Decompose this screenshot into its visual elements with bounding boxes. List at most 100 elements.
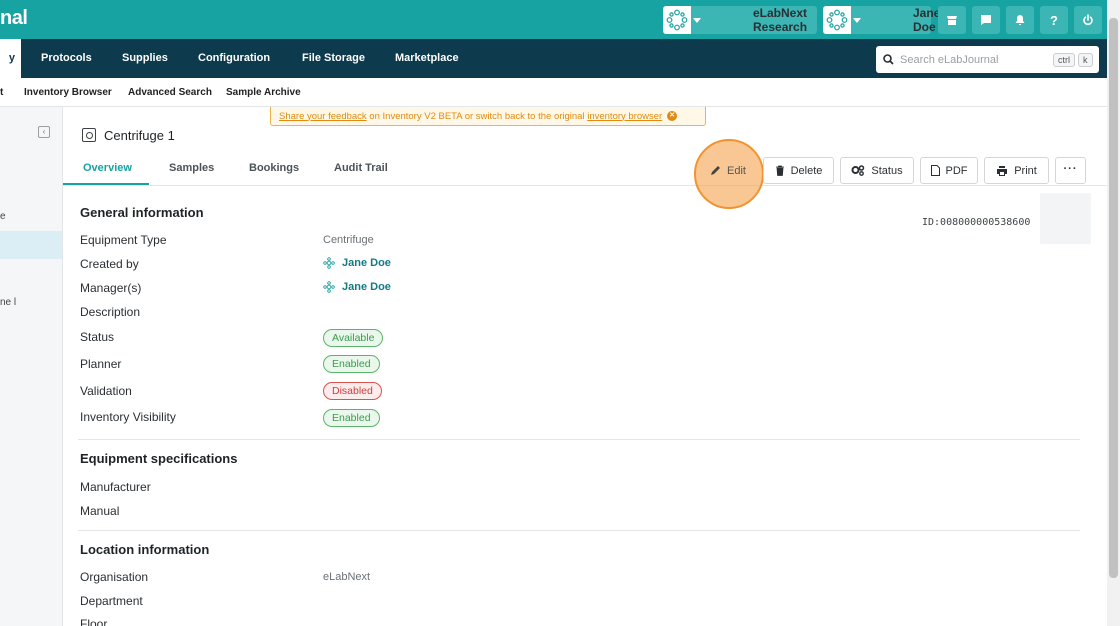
user-avatar-icon [323, 257, 335, 269]
managers-label: Manager(s) [80, 281, 142, 295]
section-divider [78, 530, 1080, 531]
nav-item-inventory[interactable]: y [0, 39, 21, 78]
equipment-type-label: Equipment Type [80, 233, 167, 247]
created-by-label: Created by [80, 257, 139, 271]
nav-item-marketplace[interactable]: Marketplace [395, 39, 459, 78]
tab-audit-trail[interactable]: Audit Trail [334, 162, 388, 174]
sub-nav-inventory-browser[interactable]: Inventory Browser [24, 87, 112, 98]
delete-button[interactable]: Delete [763, 157, 834, 184]
delete-label: Delete [790, 164, 823, 177]
help-button[interactable]: ? [1040, 6, 1068, 34]
equipment-type-value: Centrifuge [323, 234, 374, 246]
status-badge: Available [323, 329, 384, 347]
tab-overview[interactable]: Overview [83, 162, 132, 174]
question-icon: ? [1050, 12, 1058, 28]
description-label: Description [80, 305, 141, 319]
nav-item-protocols[interactable]: Protocols [41, 39, 92, 78]
location-heading: Location information [80, 542, 210, 557]
sidebar-item-selected[interactable] [0, 231, 62, 259]
visibility-badge: Enabled [323, 409, 380, 427]
sub-nav-advanced-search[interactable]: Advanced Search [128, 87, 212, 98]
top-bar: nal eLabNext Research Jane Doe ? [0, 0, 1120, 39]
more-actions-button[interactable]: ··· [1055, 157, 1086, 184]
item-id: ID:008000000538600 [922, 217, 1031, 228]
banner-text: on Inventory V2 BETA or switch back to t… [366, 110, 588, 122]
department-label: Department [80, 594, 143, 608]
feedback-link[interactable]: Share your feedback [279, 111, 367, 122]
nav-item-configuration[interactable]: Configuration [198, 39, 270, 78]
organisation-value: eLabNext [323, 571, 371, 583]
shortcut-ctrl: ctrl [1053, 52, 1075, 67]
sub-nav-item-partial[interactable]: t [0, 87, 3, 98]
sidebar-item-partial[interactable]: e [0, 211, 6, 222]
chat-icon [981, 15, 991, 25]
visibility-label: Inventory Visibility [80, 410, 176, 424]
ellipsis-icon: ··· [1063, 162, 1078, 175]
sub-nav-sample-archive[interactable]: Sample Archive [226, 87, 301, 98]
print-label: Print [1014, 164, 1037, 177]
user-menu[interactable]: Jane Doe [823, 6, 940, 34]
original-browser-link[interactable]: inventory browser [587, 111, 662, 122]
nav-item-supplies[interactable]: Supplies [122, 39, 168, 78]
printer-icon [997, 166, 1008, 176]
organisation-label: Organisation [80, 570, 149, 584]
workspace-logo-icon [663, 6, 691, 34]
workspace-selector[interactable]: eLabNext Research [663, 6, 817, 34]
status-label: Status [871, 164, 903, 177]
section-divider [78, 439, 1080, 440]
page-scrollbar[interactable] [1107, 0, 1120, 626]
validation-label: Validation [80, 384, 132, 398]
status-field-label: Status [80, 330, 115, 344]
collapse-sidebar-icon[interactable]: ‹ [38, 126, 50, 138]
trash-icon [775, 165, 784, 176]
planner-badge: Enabled [323, 355, 380, 373]
edit-button[interactable]: Edit [698, 157, 758, 184]
inventory-sidebar: ‹ e ne l [0, 107, 63, 626]
created-by-user[interactable]: Jane Doe [323, 257, 391, 269]
pdf-label: PDF [945, 164, 968, 177]
beta-feedback-banner: Share your feedback on Inventory V2 BETA… [270, 107, 706, 126]
bell-icon [1015, 15, 1025, 26]
status-button[interactable]: Status [840, 157, 914, 184]
power-icon [1083, 14, 1093, 26]
global-search[interactable]: ctrl k [876, 46, 1099, 73]
store-button[interactable] [938, 6, 966, 34]
print-button[interactable]: Print [984, 157, 1049, 184]
edit-label: Edit [727, 164, 746, 177]
chevron-down-icon [853, 17, 861, 23]
manager-user[interactable]: Jane Doe [323, 281, 391, 293]
nav-item-file-storage[interactable]: File Storage [302, 39, 365, 78]
notifications-button[interactable] [1006, 6, 1034, 34]
specs-heading: Equipment specifications [80, 451, 238, 466]
manual-label: Manual [80, 504, 120, 518]
logout-button[interactable] [1074, 6, 1102, 34]
sidebar-item-partial[interactable]: ne l [0, 297, 16, 308]
page-title: Centrifuge 1 [104, 128, 175, 143]
user-avatar-icon [823, 6, 851, 34]
managers-value: Jane Doe [342, 281, 391, 293]
validation-badge: Disabled [323, 382, 382, 400]
chevron-down-icon [693, 17, 701, 23]
store-icon [947, 16, 957, 25]
workspace-label: eLabNext Research [753, 6, 808, 34]
tab-samples[interactable]: Samples [169, 162, 214, 174]
search-icon [883, 54, 894, 65]
search-input[interactable] [900, 53, 1050, 66]
tab-bookings[interactable]: Bookings [249, 162, 299, 174]
tabs-divider [63, 185, 1107, 186]
created-by-value: Jane Doe [342, 257, 391, 269]
pencil-icon [711, 166, 721, 175]
floor-label: Floor [80, 617, 108, 626]
scrollbar-thumb[interactable] [1109, 18, 1118, 578]
close-icon[interactable]: ✕ [667, 111, 678, 121]
equipment-icon [82, 128, 96, 142]
shortcut-k: k [1078, 52, 1093, 67]
app-brand[interactable]: nal [0, 7, 28, 30]
manufacturer-label: Manufacturer [80, 480, 151, 494]
pdf-button[interactable]: PDF [920, 157, 978, 184]
chat-button[interactable] [972, 6, 1000, 34]
gears-icon [851, 165, 865, 176]
sub-nav: t Inventory Browser Advanced Search Samp… [0, 78, 1107, 107]
user-avatar-icon [323, 281, 335, 293]
general-info-heading: General information [80, 205, 204, 220]
